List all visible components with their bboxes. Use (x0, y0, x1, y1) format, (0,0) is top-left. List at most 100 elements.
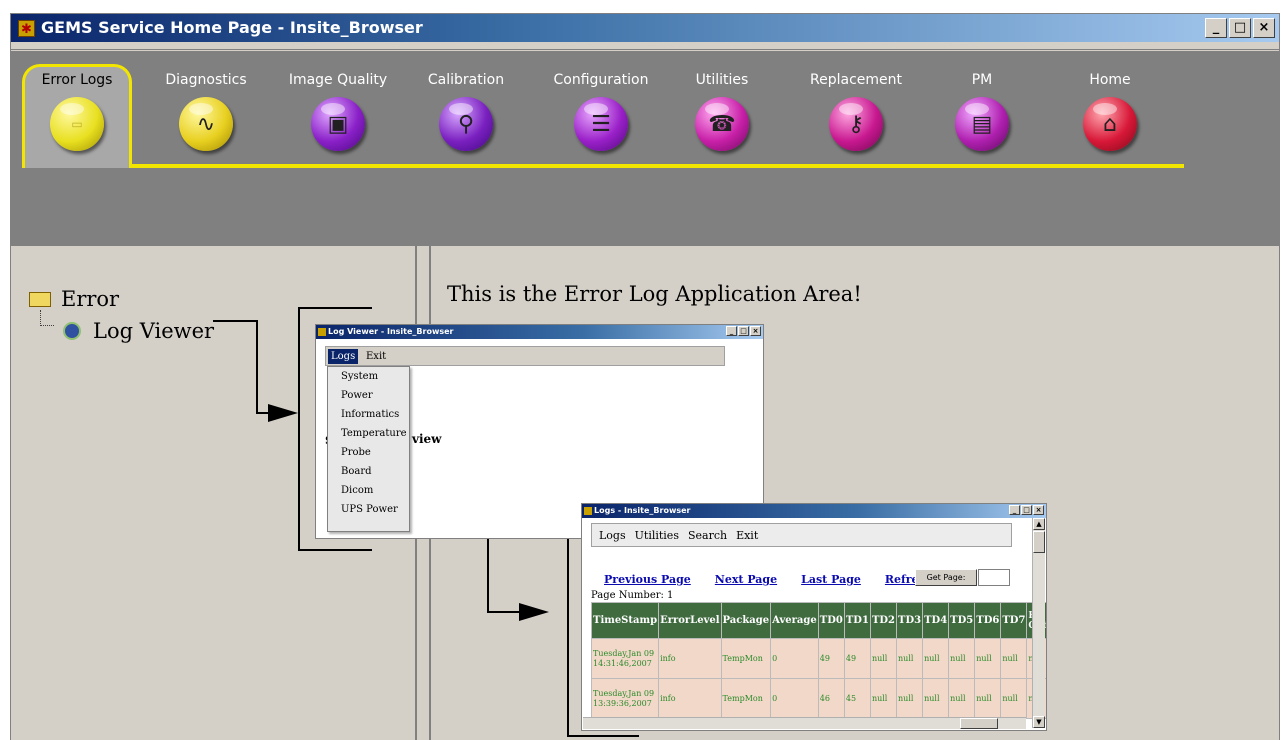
next-page-link[interactable]: Next Page (715, 573, 777, 586)
menu-item-informatics[interactable]: Informatics (328, 405, 409, 424)
home-icon: ⌂ (1083, 97, 1137, 151)
menu-item-probe[interactable]: Probe (328, 443, 409, 462)
window-title: GEMS Service Home Page - Insite_Browser (41, 18, 423, 37)
menu-logs[interactable]: Logs (328, 349, 359, 364)
nav-diagnostics[interactable]: Diagnostics ∿ (141, 72, 271, 151)
table-cell: Tuesday,Jan 09 14:31:46,2007 (590, 638, 660, 679)
previous-page-link[interactable]: Previous Page (604, 573, 691, 586)
scroll-thumb[interactable] (1033, 531, 1045, 553)
maximize-button[interactable]: □ (1021, 505, 1032, 515)
nav-calibration[interactable]: Calibration ⚲ (401, 72, 531, 151)
nav-label: Utilities (695, 72, 749, 88)
column-header[interactable]: Average (770, 602, 819, 639)
nav-label: Configuration (553, 72, 649, 88)
horizontal-scrollbar[interactable] (583, 717, 1026, 729)
tree-folder-error[interactable]: Error (29, 287, 119, 311)
menu-item-power[interactable]: Power (328, 386, 409, 405)
minimize-button[interactable]: _ (1205, 18, 1227, 38)
page-icon (63, 322, 81, 340)
table-cell: TempMon (720, 638, 772, 679)
table-row: Tuesday,Jan 09 14:31:46,2007 info TempMo… (590, 638, 1046, 679)
connector-line (213, 320, 257, 322)
table-cell: Tuesday,Jan 09 13:39:36,2007 (590, 678, 660, 719)
scroll-thumb[interactable] (960, 718, 998, 729)
arrow-right-icon (519, 603, 549, 621)
connector-line (487, 611, 519, 613)
maximize-button[interactable]: □ (1229, 18, 1251, 38)
menu-search[interactable]: Search (688, 529, 727, 542)
table-cell: null (896, 638, 924, 679)
table-cell: null (974, 678, 1002, 719)
column-header[interactable]: TD2 (869, 602, 898, 639)
nav-image-quality[interactable]: Image Quality ▣ (273, 72, 403, 151)
last-page-link[interactable]: Last Page (801, 573, 861, 586)
column-header[interactable]: TD4 (922, 602, 950, 639)
menu-item-board[interactable]: Board (328, 462, 409, 481)
stethoscope-icon: ∿ (179, 97, 233, 151)
table-header-row: TimeStamp ErrorLevel Package Average TD0… (590, 602, 1046, 639)
partial-text: view (412, 432, 442, 446)
nav-configuration[interactable]: Configuration ☰ (536, 72, 666, 151)
table-cell: null (974, 638, 1002, 679)
menu-exit[interactable]: Exit (366, 349, 386, 364)
page-number-label: Page Number: 1 (591, 590, 674, 601)
column-header[interactable]: Package (720, 602, 772, 639)
menu-logs[interactable]: Logs (599, 529, 626, 542)
table-cell: 46 (817, 678, 845, 719)
column-header[interactable]: TD7 (1000, 602, 1028, 639)
menu-item-temperature[interactable]: Temperature (328, 424, 409, 443)
app-icon: ✱ (18, 20, 35, 37)
tree-item-log-viewer[interactable]: Log Viewer (63, 319, 214, 343)
close-button[interactable]: × (750, 326, 761, 336)
table-cell: 45 (843, 678, 871, 719)
close-button[interactable]: × (1033, 505, 1044, 515)
column-header[interactable]: TD6 (974, 602, 1002, 639)
app-area-message: This is the Error Log Application Area! (447, 282, 862, 306)
column-header[interactable]: TD5 (948, 602, 976, 639)
table-cell: 0 (770, 678, 819, 719)
column-header[interactable]: ErrorLevel (658, 602, 722, 639)
configuration-icon: ☰ (574, 97, 628, 151)
close-button[interactable]: × (1253, 18, 1275, 38)
popup-title: Logs - Insite_Browser (594, 506, 691, 515)
vertical-scrollbar[interactable]: ▲ ▼ (1032, 518, 1045, 728)
maximize-button[interactable]: □ (738, 326, 749, 336)
get-page-button[interactable]: Get Page: (915, 569, 977, 586)
table-cell: null (948, 638, 976, 679)
nav-pm[interactable]: PM ▤ (917, 72, 1047, 151)
arrow-right-icon (268, 404, 298, 422)
table-cell: TempMon (720, 678, 772, 719)
column-header[interactable]: TimeStamp (590, 602, 660, 639)
page-number-input[interactable] (978, 569, 1010, 586)
tree-connector (40, 310, 54, 326)
error-logs-icon: ▭ (50, 97, 104, 151)
minimize-button[interactable]: _ (1009, 505, 1020, 515)
nav-label: Calibration (427, 72, 505, 88)
table-cell: 49 (817, 638, 845, 679)
minimize-button[interactable]: _ (726, 326, 737, 336)
menu-item-ups-power[interactable]: UPS Power (328, 500, 409, 519)
pagination-links: Previous Page Next Page Last Page Refres… (604, 573, 933, 586)
menu-bar: Logs Exit (325, 346, 725, 366)
scroll-down-icon[interactable]: ▼ (1033, 716, 1045, 728)
popup-window-controls: _ □ × (726, 326, 761, 336)
menu-item-system[interactable]: System (328, 367, 409, 386)
title-bar: ✱ GEMS Service Home Page - Insite_Browse… (11, 14, 1279, 42)
scroll-up-icon[interactable]: ▲ (1033, 518, 1045, 530)
column-header[interactable]: TD1 (843, 602, 871, 639)
table-cell: null (869, 678, 898, 719)
menu-exit[interactable]: Exit (736, 529, 758, 542)
nav-home[interactable]: Home ⌂ (1045, 72, 1175, 151)
tree-folder-label: Error (61, 287, 120, 311)
nav-error-logs[interactable]: Error Logs ▭ (12, 72, 142, 151)
nav-replacement[interactable]: Replacement ⚷ (791, 72, 921, 151)
menu-item-dicom[interactable]: Dicom (328, 481, 409, 500)
connector-line (256, 320, 258, 413)
nav-label: PM (971, 72, 993, 88)
menu-utilities[interactable]: Utilities (635, 529, 679, 542)
nav-label: Home (1089, 72, 1131, 88)
nav-utilities[interactable]: Utilities ☎ (657, 72, 787, 151)
table-cell: null (948, 678, 976, 719)
column-header[interactable]: TD0 (817, 602, 845, 639)
column-header[interactable]: TD3 (896, 602, 924, 639)
